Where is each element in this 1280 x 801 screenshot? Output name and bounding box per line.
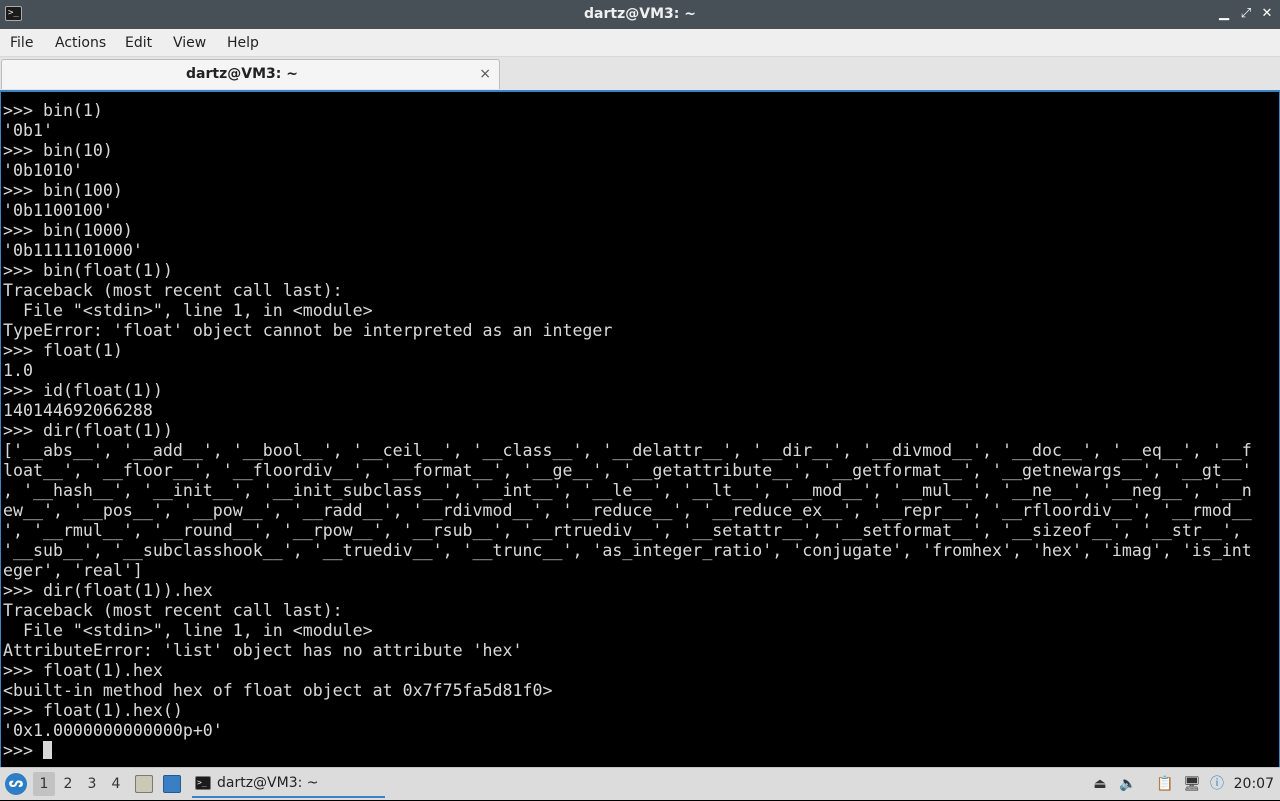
terminal-lines: >>> bin(1) '0b1' >>> bin(10) '0b1010' >>… bbox=[3, 101, 1252, 740]
clock[interactable]: 20:07 bbox=[1234, 768, 1274, 801]
workspace-2[interactable]: 2 bbox=[57, 772, 79, 796]
terminal-line: loat__', '__floor__', '__floordiv__', '_… bbox=[3, 461, 1252, 480]
update-notifier-icon[interactable]: ⓘ bbox=[1208, 775, 1226, 793]
menu-help[interactable]: Help bbox=[227, 29, 259, 57]
terminal-line: '0x1.0000000000000p+0' bbox=[3, 721, 223, 740]
desktop-icon[interactable] bbox=[163, 775, 181, 793]
terminal-line: ['__abs__', '__add__', '__bool__', '__ce… bbox=[3, 441, 1252, 460]
terminal-line: >>> float(1).hex() bbox=[3, 701, 183, 720]
terminal-line: Traceback (most recent call last): bbox=[3, 601, 343, 620]
terminal-prompt: >>> bbox=[3, 741, 43, 760]
file-manager-icon[interactable] bbox=[135, 775, 153, 793]
terminal-line: <built-in method hex of float object at … bbox=[3, 681, 553, 700]
workspace-4[interactable]: 4 bbox=[105, 772, 127, 796]
terminal-line: 140144692066288 bbox=[3, 401, 153, 420]
terminal-view[interactable]: >>> bin(1) '0b1' >>> bin(10) '0b1010' >>… bbox=[0, 90, 1280, 767]
terminal-line: >>> dir(float(1)) bbox=[3, 421, 173, 440]
terminal-line: >>> bin(100) bbox=[3, 181, 123, 200]
terminal-line: ', '__rmul__', '__round__', '__rpow__', … bbox=[3, 521, 1242, 540]
close-icon[interactable]: ✕ bbox=[1259, 6, 1275, 22]
network-icon[interactable]: 🖥 bbox=[1183, 775, 1201, 793]
terminal-line: '0b1' bbox=[3, 121, 53, 140]
terminal-line: >>> bin(10) bbox=[3, 141, 113, 160]
window-title-bar[interactable]: >_ dartz@VM3: ~ ▁ ⤢ ✕ bbox=[0, 0, 1280, 29]
terminal-line: 1.0 bbox=[3, 361, 33, 380]
terminal-line: >>> bin(1) bbox=[3, 101, 103, 120]
terminal-line: ew__', '__pos__', '__pow__', '__radd__',… bbox=[3, 501, 1252, 520]
text-cursor bbox=[42, 741, 52, 759]
eject-icon[interactable]: ⏏ bbox=[1091, 775, 1109, 793]
clipboard-icon[interactable]: 📋 bbox=[1156, 775, 1174, 793]
tab-bar: dartz@VM3: ~ × bbox=[0, 57, 1280, 90]
terminal-line: File "<stdin>", line 1, in <module> bbox=[3, 621, 373, 640]
terminal-line: '0b1010' bbox=[3, 161, 83, 180]
terminal-line: File "<stdin>", line 1, in <module> bbox=[3, 301, 373, 320]
tab-terminal[interactable]: dartz@VM3: ~ × bbox=[1, 59, 500, 89]
terminal-line: eger', 'real'] bbox=[3, 561, 143, 580]
terminal-line: '0b1100100' bbox=[3, 201, 113, 220]
terminal-line: >>> bin(1000) bbox=[3, 221, 133, 240]
menu-edit[interactable]: Edit bbox=[125, 29, 152, 57]
terminal-output: >>> bin(1) '0b1' >>> bin(10) '0b1010' >>… bbox=[3, 101, 1252, 761]
terminal-line: >>> dir(float(1)).hex bbox=[3, 581, 213, 600]
menu-file[interactable]: File bbox=[10, 29, 33, 57]
maximize-icon[interactable]: ⤢ bbox=[1238, 6, 1254, 22]
tab-close-icon[interactable]: × bbox=[479, 60, 491, 88]
minimize-icon[interactable]: ▁ bbox=[1216, 6, 1232, 22]
terminal-line: , '__hash__', '__init__', '__init_subcla… bbox=[3, 481, 1252, 500]
terminal-line: >>> id(float(1)) bbox=[3, 381, 163, 400]
terminal-line: TypeError: 'float' object cannot be inte… bbox=[3, 321, 613, 340]
terminal-line: Traceback (most recent call last): bbox=[3, 281, 343, 300]
menu-view[interactable]: View bbox=[173, 29, 206, 57]
terminal-line: >>> bin(float(1)) bbox=[3, 261, 173, 280]
volume-icon[interactable]: 🔈 bbox=[1119, 775, 1137, 793]
menu-bar: File Actions Edit View Help bbox=[0, 29, 1280, 57]
taskbar-task-terminal[interactable]: >_ dartz@VM3: ~ bbox=[192, 771, 385, 798]
menu-actions[interactable]: Actions bbox=[55, 29, 106, 57]
window-title: dartz@VM3: ~ bbox=[584, 6, 696, 22]
workspace-3[interactable]: 3 bbox=[81, 772, 103, 796]
start-menu-icon[interactable]: ᔕ bbox=[5, 773, 27, 795]
terminal-line: '0b1111101000' bbox=[3, 241, 143, 260]
taskbar: ᔕ 1 2 3 4 >_ dartz@VM3: ~ ⏏ 🔈 📋 🖥 ⓘ 20:0… bbox=[0, 767, 1280, 800]
workspace-1[interactable]: 1 bbox=[33, 772, 55, 796]
taskbar-task-label: dartz@VM3: ~ bbox=[217, 775, 319, 791]
terminal-icon: >_ bbox=[195, 776, 211, 790]
terminal-line: >>> float(1) bbox=[3, 341, 123, 360]
tab-label: dartz@VM3: ~ bbox=[186, 66, 298, 82]
terminal-line: '__sub__', '__subclasshook__', '__truedi… bbox=[3, 541, 1252, 560]
terminal-line: >>> float(1).hex bbox=[3, 661, 163, 680]
terminal-line: AttributeError: 'list' object has no att… bbox=[3, 641, 523, 660]
